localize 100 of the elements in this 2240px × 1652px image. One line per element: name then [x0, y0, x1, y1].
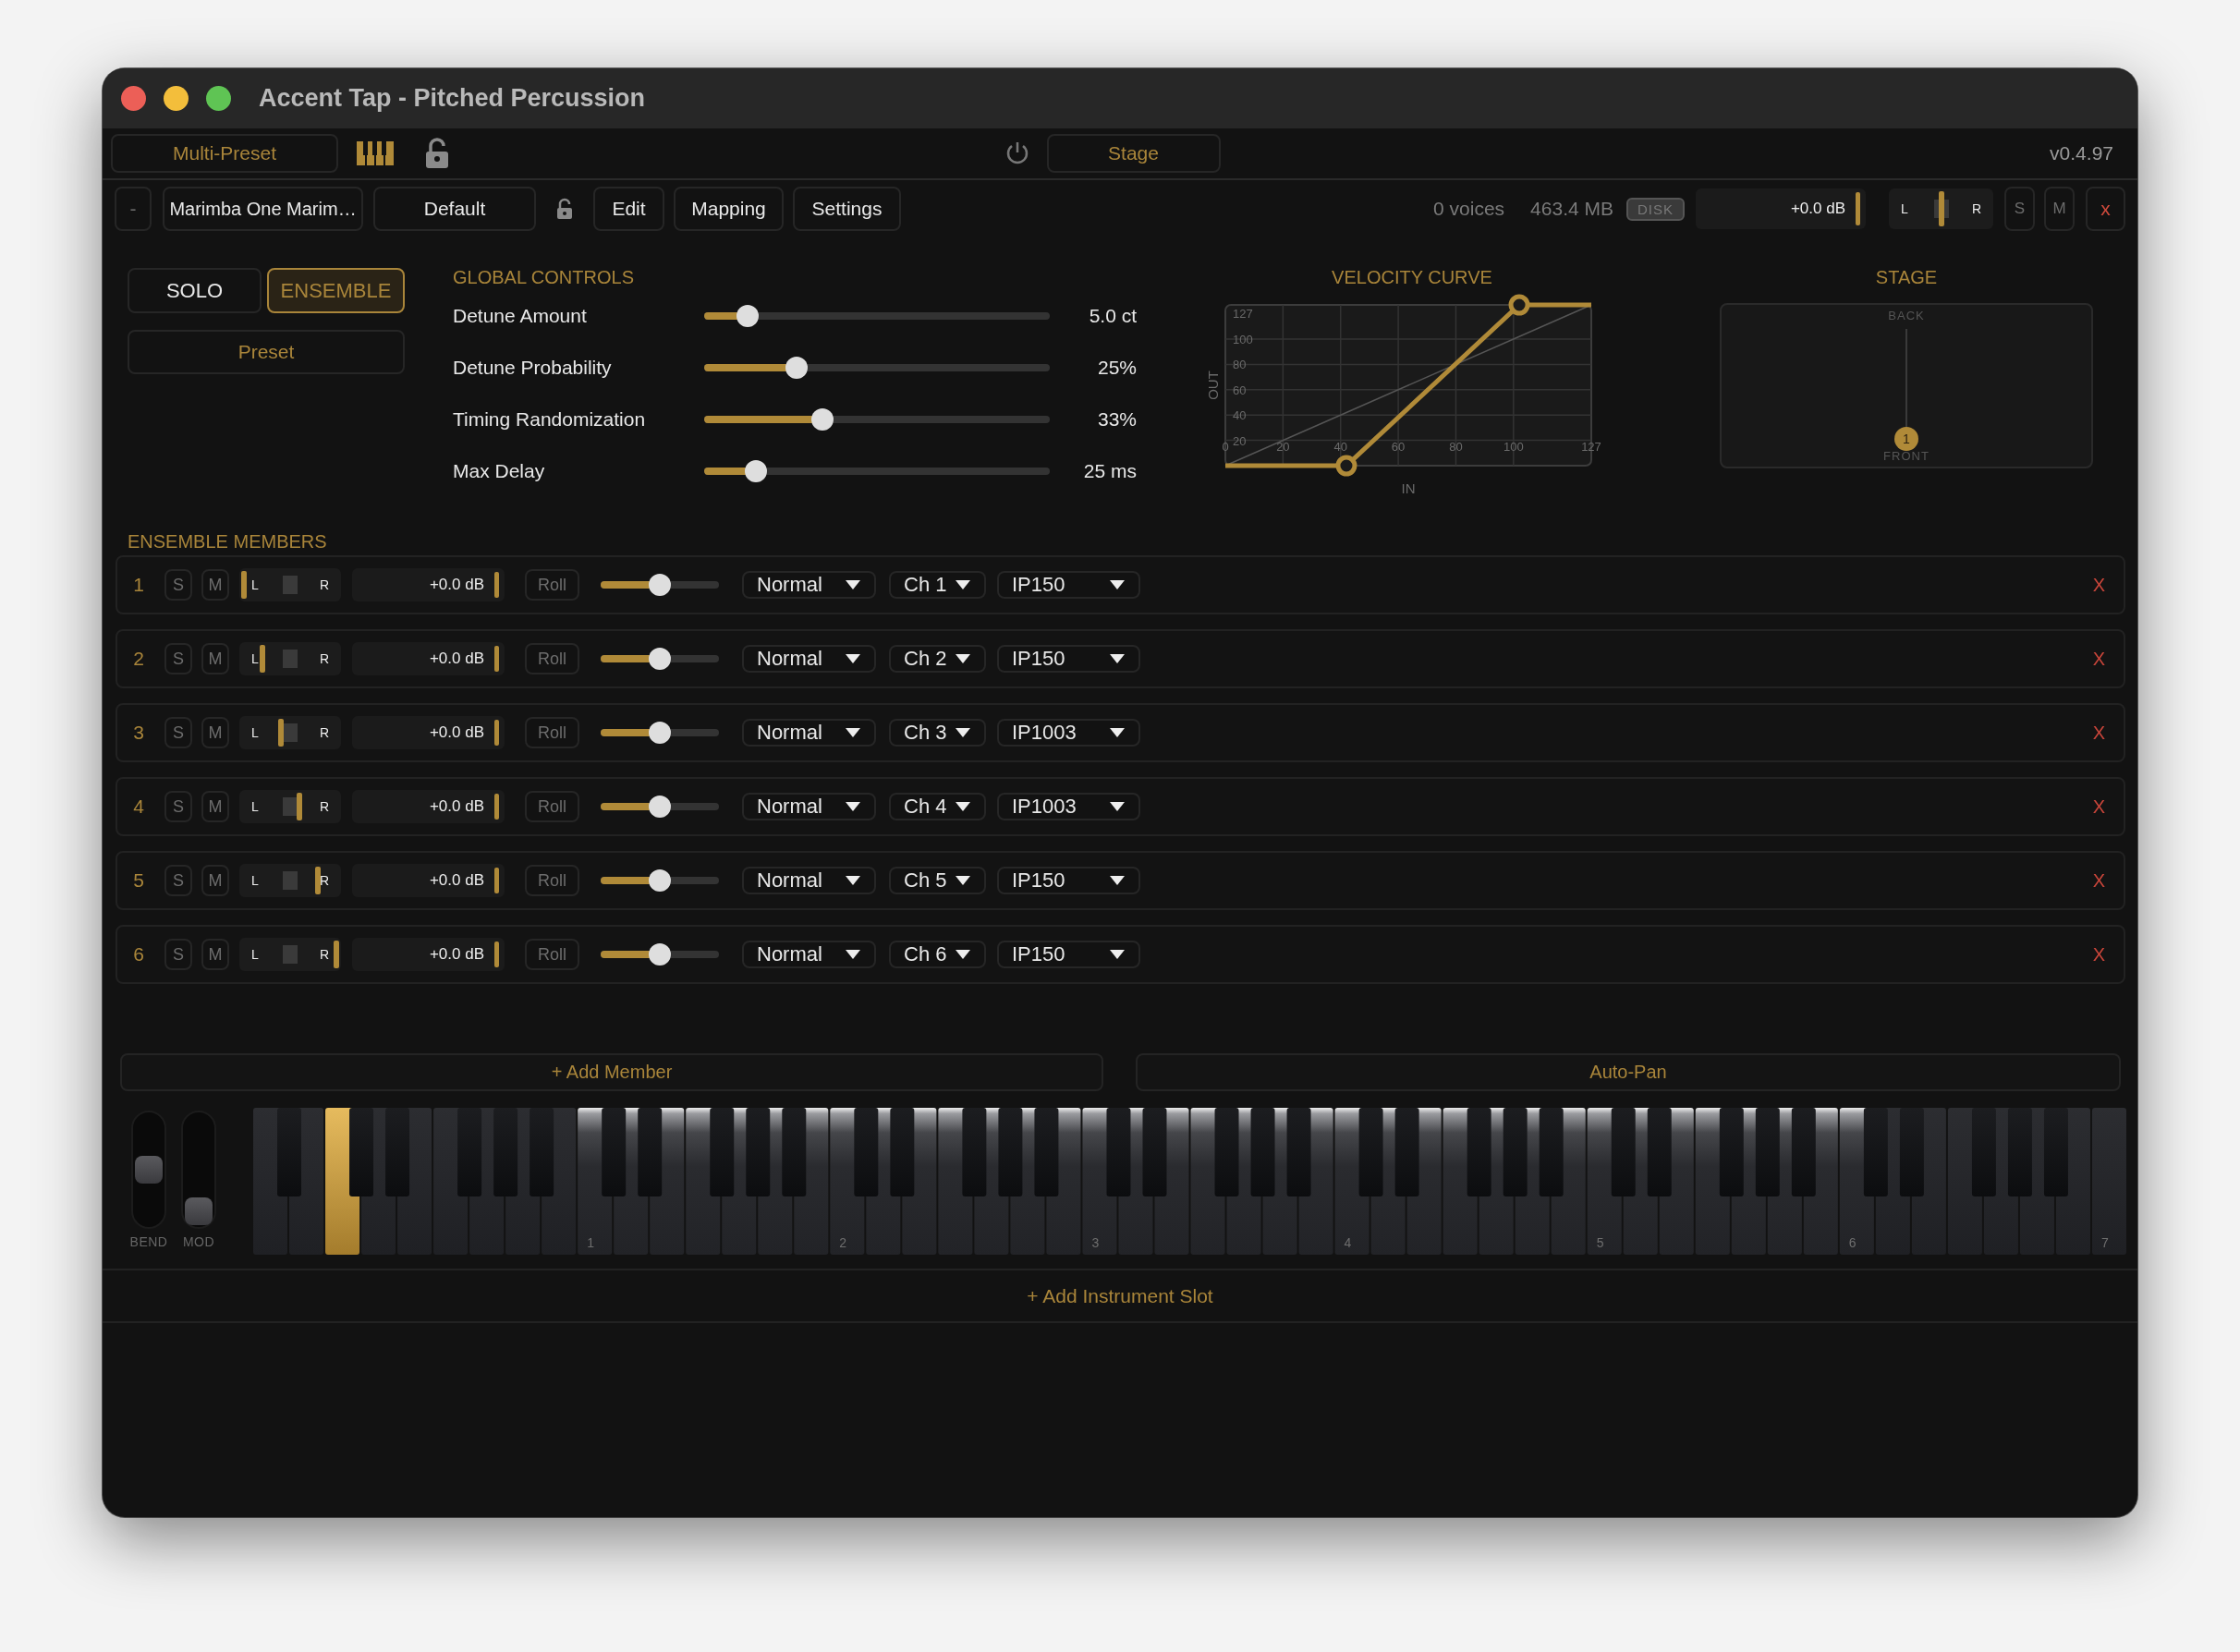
slider-thumb[interactable] — [649, 869, 671, 892]
slider[interactable] — [704, 408, 1050, 431]
solo-button[interactable]: S — [164, 717, 192, 748]
slider-thumb[interactable] — [810, 408, 834, 431]
slider-thumb[interactable] — [649, 574, 671, 596]
modulation-wheel[interactable] — [181, 1111, 216, 1229]
roll-button[interactable]: Roll — [525, 643, 579, 674]
wheel-thumb[interactable] — [185, 1197, 213, 1225]
dropdown[interactable]: Normal — [742, 645, 876, 673]
roll-button[interactable]: Roll — [525, 569, 579, 601]
dropdown[interactable]: Ch 2 — [889, 645, 986, 673]
remove-member-button[interactable]: X — [2092, 796, 2105, 818]
mode-tab[interactable]: ENSEMBLE — [267, 268, 405, 313]
slider-thumb[interactable] — [744, 460, 767, 482]
dropdown[interactable]: IP150 — [997, 571, 1140, 599]
slider-thumb[interactable] — [649, 722, 671, 744]
piano-keyboard-drawing[interactable] — [253, 1108, 2126, 1255]
toolbar-button[interactable]: Settings — [793, 187, 901, 231]
pan-control[interactable]: L R — [239, 864, 341, 897]
pan-control[interactable]: L R — [1889, 188, 1993, 229]
remove-button[interactable]: - — [115, 187, 152, 231]
volume-field[interactable]: +0.0 dB — [352, 790, 505, 823]
dropdown[interactable]: IP1003 — [997, 793, 1140, 820]
pan-control[interactable]: L R — [239, 790, 341, 823]
curve-handle[interactable] — [1335, 455, 1357, 477]
solo-button[interactable]: S — [164, 939, 192, 970]
solo-button[interactable]: S — [164, 865, 192, 896]
volume-field[interactable]: +0.0 dB — [352, 642, 505, 675]
slider[interactable] — [704, 357, 1050, 379]
zoom-button[interactable] — [206, 86, 231, 111]
dropdown[interactable]: Ch 6 — [889, 941, 986, 968]
dropdown[interactable]: Normal — [742, 941, 876, 968]
roll-button[interactable]: Roll — [525, 865, 579, 896]
slider-thumb[interactable] — [737, 305, 759, 327]
slider-thumb[interactable] — [649, 796, 671, 818]
pan-control[interactable]: L R — [239, 716, 341, 749]
dropdown[interactable]: Ch 3 — [889, 719, 986, 747]
volume-field[interactable]: +0.0 dB — [352, 716, 505, 749]
add-slot-link[interactable]: + Add Instrument Slot — [1027, 1284, 1213, 1307]
volume-slider[interactable] — [601, 796, 719, 818]
mute-button[interactable]: M — [201, 791, 229, 822]
dropdown[interactable]: Ch 1 — [889, 571, 986, 599]
slider-thumb[interactable] — [649, 648, 671, 670]
dropdown[interactable]: IP150 — [997, 867, 1140, 894]
volume-slider[interactable] — [601, 574, 719, 596]
pan-control[interactable]: L R — [239, 642, 341, 675]
remove-member-button[interactable]: X — [2092, 648, 2105, 670]
mute-button[interactable]: M — [201, 865, 229, 896]
add-member-button[interactable]: + Add Member — [120, 1053, 1103, 1091]
mute-button[interactable]: M — [2044, 187, 2075, 231]
volume-field[interactable]: +0.0 dB — [352, 568, 505, 601]
padlock-icon[interactable] — [425, 138, 449, 169]
volume-field[interactable]: +0.0 dB — [352, 864, 505, 897]
mute-button[interactable]: M — [201, 643, 229, 674]
pitch-bend-wheel[interactable] — [131, 1111, 166, 1229]
preset-selector[interactable]: Default — [373, 187, 536, 231]
dropdown[interactable]: Ch 5 — [889, 867, 986, 894]
solo-button[interactable]: S — [164, 643, 192, 674]
solo-button[interactable]: S — [2004, 187, 2035, 231]
toolbar-button[interactable]: Mapping — [674, 187, 784, 231]
pan-control[interactable]: L R — [239, 568, 341, 601]
piano-icon[interactable] — [357, 141, 394, 165]
toolbar-button[interactable]: Edit — [593, 187, 664, 231]
volume-slider[interactable] — [601, 648, 719, 670]
volume-slider[interactable] — [601, 722, 719, 744]
dropdown[interactable]: Normal — [742, 793, 876, 820]
solo-button[interactable]: S — [164, 791, 192, 822]
slider[interactable] — [704, 305, 1050, 327]
remove-member-button[interactable]: X — [2092, 869, 2105, 892]
preset-button[interactable]: Preset — [128, 330, 405, 374]
instrument-selector[interactable]: Marimba One Marim… — [163, 187, 363, 231]
mute-button[interactable]: M — [201, 939, 229, 970]
remove-member-button[interactable]: X — [2092, 722, 2105, 744]
remove-member-button[interactable]: X — [2092, 943, 2105, 966]
dropdown[interactable]: Ch 4 — [889, 793, 986, 820]
mute-button[interactable]: M — [201, 569, 229, 601]
dropdown[interactable]: IP150 — [997, 941, 1140, 968]
minimize-button[interactable] — [164, 86, 189, 111]
preset-button[interactable]: Multi-Preset — [111, 134, 338, 173]
pan-control[interactable]: L R — [239, 938, 341, 971]
dropdown[interactable]: IP1003 — [997, 719, 1140, 747]
mute-button[interactable]: M — [201, 717, 229, 748]
slider[interactable] — [704, 460, 1050, 482]
stage-button[interactable]: Stage — [1046, 134, 1221, 173]
remove-member-button[interactable]: X — [2092, 574, 2105, 596]
dropdown[interactable]: IP150 — [997, 645, 1140, 673]
padlock-icon[interactable] — [556, 198, 573, 220]
slider-thumb[interactable] — [649, 943, 671, 966]
solo-button[interactable]: S — [164, 569, 192, 601]
roll-button[interactable]: Roll — [525, 717, 579, 748]
auto-pan-button[interactable]: Auto-Pan — [1136, 1053, 2121, 1091]
slider-thumb[interactable] — [785, 357, 808, 379]
wheel-thumb[interactable] — [135, 1156, 163, 1184]
dropdown[interactable]: Normal — [742, 719, 876, 747]
volume-field[interactable]: +0.0 dB — [352, 938, 505, 971]
close-button[interactable] — [121, 86, 146, 111]
volume-field[interactable]: +0.0 dB — [1696, 188, 1866, 229]
roll-button[interactable]: Roll — [525, 939, 579, 970]
mode-tab[interactable]: SOLO — [128, 268, 262, 313]
roll-button[interactable]: Roll — [525, 791, 579, 822]
